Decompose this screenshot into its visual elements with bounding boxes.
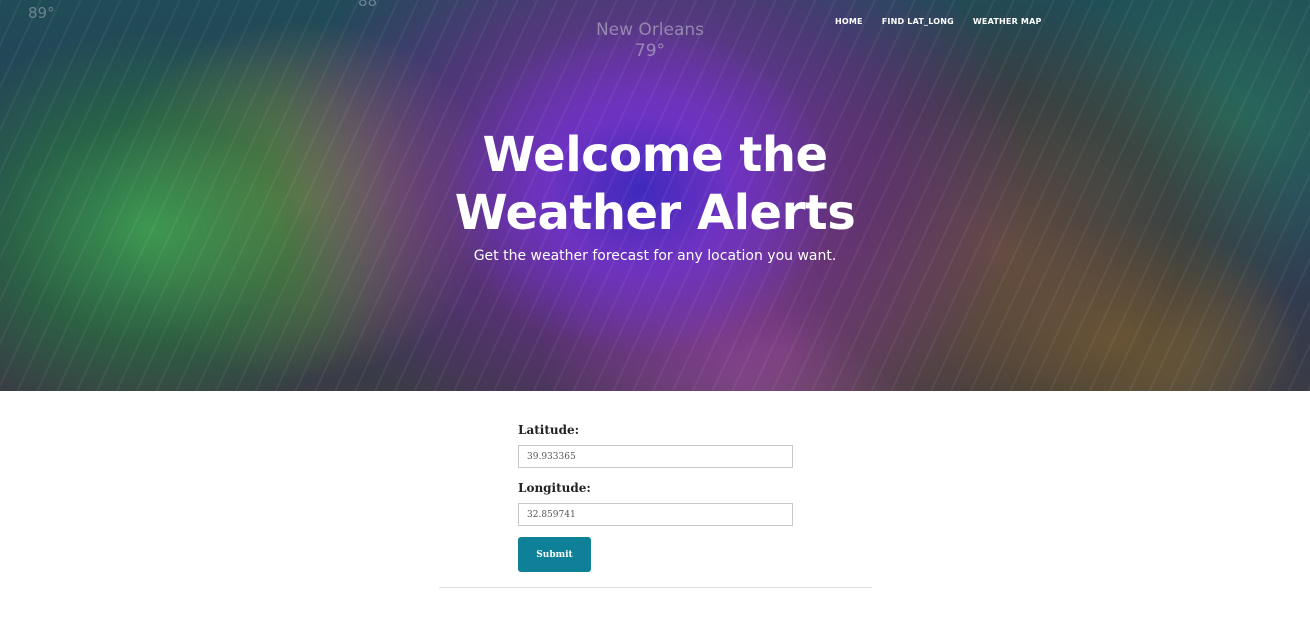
latitude-input[interactable]: [518, 445, 793, 468]
main-nav: HOME FIND LAT_LONG WEATHER MAP: [835, 17, 1042, 26]
map-temperature-label: 89°: [28, 4, 55, 22]
map-city-name: New Orleans: [595, 20, 705, 40]
submit-button[interactable]: Submit: [518, 537, 591, 572]
map-city-marker: New Orleans 79°: [590, 20, 710, 62]
hero-banner: 89° 88 New Orleans 79° HOME FIND LAT_LON…: [0, 0, 1310, 391]
hero-title-text: Welcome the Weather Alerts: [454, 127, 856, 241]
map-temperature-label: 88: [358, 0, 378, 10]
nav-home-link[interactable]: HOME: [835, 17, 863, 26]
map-city-temperature: 79°: [634, 41, 666, 61]
longitude-label: Longitude:: [518, 481, 591, 495]
hero-title: Welcome the Weather Alerts: [0, 126, 1310, 242]
divider: [439, 587, 872, 588]
latitude-label: Latitude:: [518, 423, 580, 437]
hero-subtitle: Get the weather forecast for any locatio…: [473, 248, 837, 264]
nav-weather-map-link[interactable]: WEATHER MAP: [973, 17, 1042, 26]
longitude-input[interactable]: [518, 503, 793, 526]
coordinates-form: Latitude: Longitude: Submit: [0, 391, 1310, 621]
nav-find-lat-long-link[interactable]: FIND LAT_LONG: [882, 17, 954, 26]
